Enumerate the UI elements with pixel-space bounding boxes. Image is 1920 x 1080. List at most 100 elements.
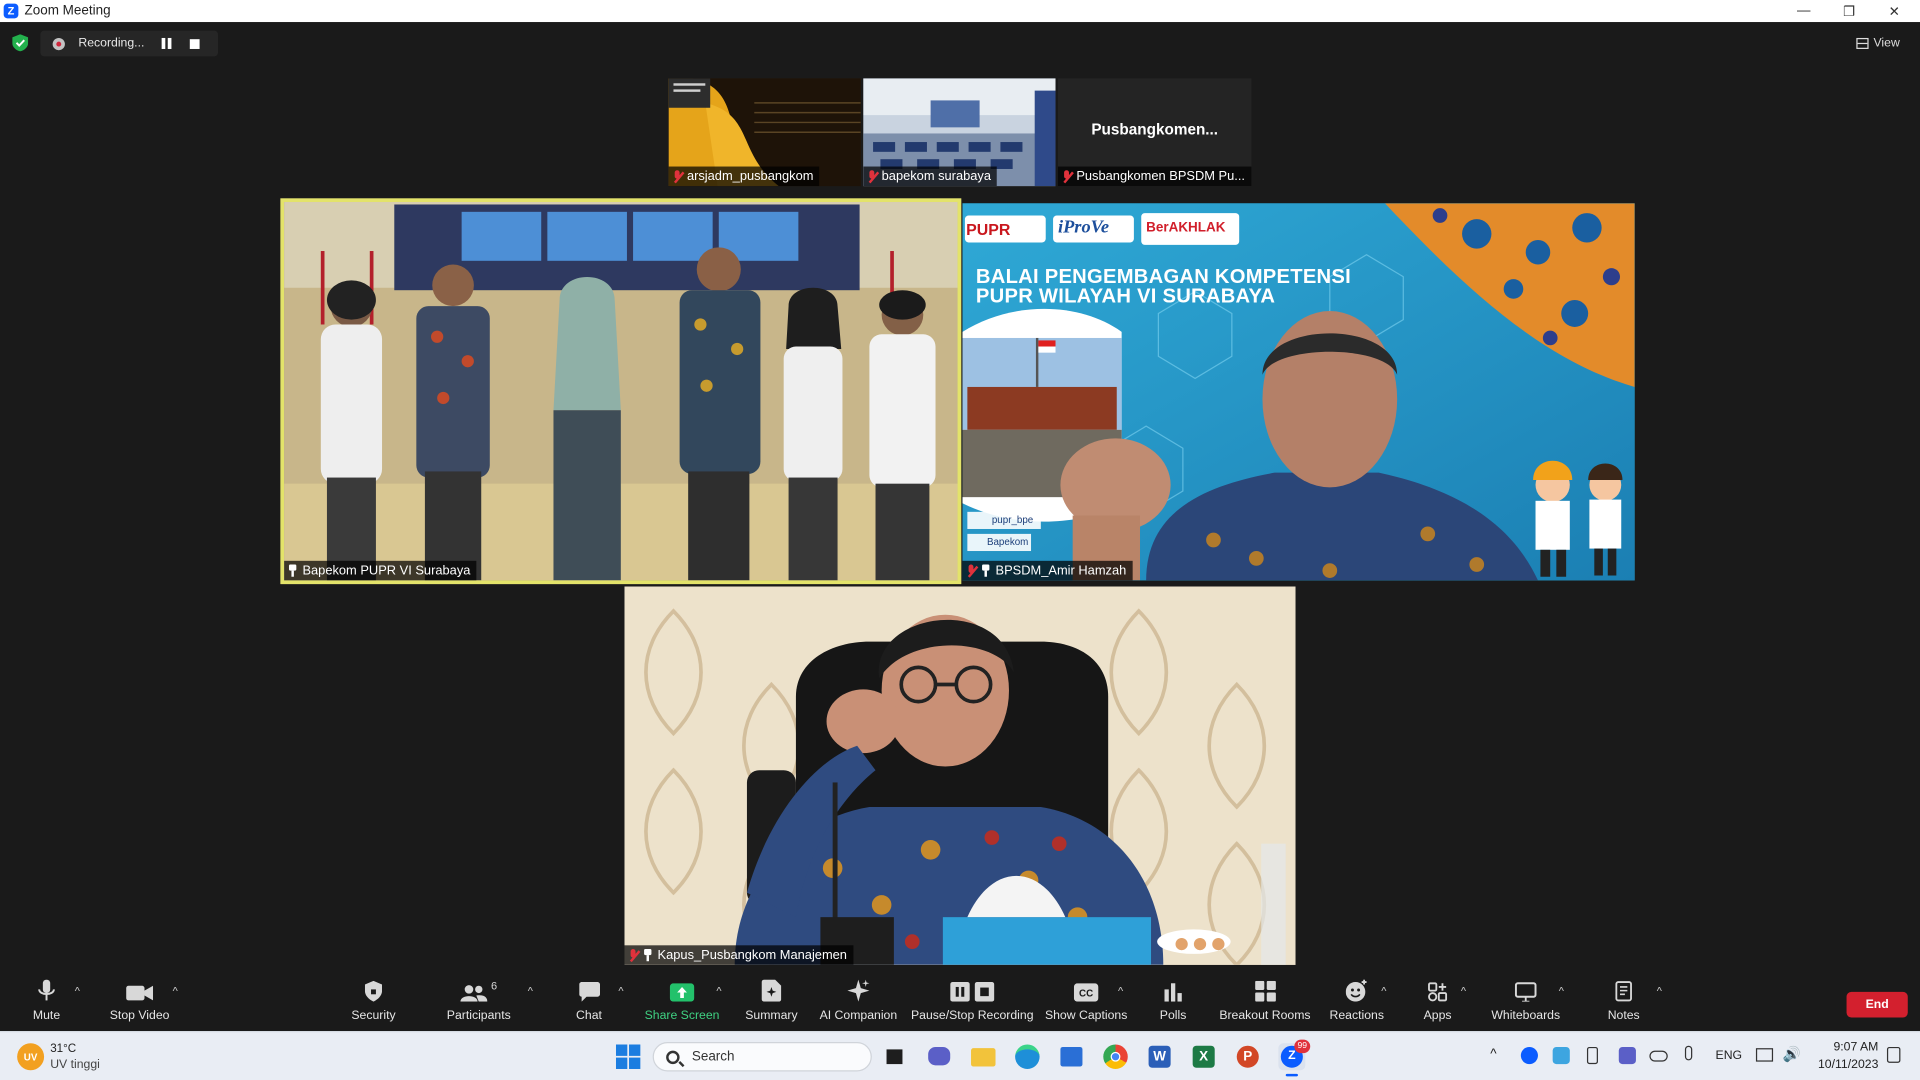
share-screen-label: Share Screen [644, 1008, 720, 1023]
presenter-video-feed [962, 203, 1635, 581]
edge-browser-icon[interactable] [1014, 1043, 1041, 1070]
notes-button[interactable]: Notes [1602, 975, 1646, 1031]
view-button[interactable]: View [1856, 33, 1900, 53]
participant-thumbnail-3[interactable]: Pusbangkomen... Pusbangkomen BPSDM Pu... [1057, 78, 1252, 187]
language-indicator[interactable]: ENG [1716, 1049, 1743, 1062]
recording-dot-icon [52, 37, 65, 50]
recording-status: Recording... [78, 36, 145, 51]
onedrive-cloud-icon[interactable] [1649, 1050, 1668, 1062]
chat-label: Chat [576, 1008, 602, 1023]
social-handle-2: Bapekom [986, 536, 1029, 548]
participants-icon [460, 985, 488, 1002]
microphone-tray-icon[interactable] [1684, 1045, 1693, 1061]
participants-caret-icon[interactable]: ^ [528, 985, 537, 996]
share-screen-icon [669, 983, 695, 1002]
polls-button[interactable]: Polls [1153, 975, 1192, 1031]
close-button[interactable]: ✕ [1872, 0, 1916, 22]
powerpoint-icon[interactable]: P [1234, 1043, 1261, 1070]
mute-button[interactable]: Mute [22, 975, 71, 1031]
chat-button[interactable]: Chat [569, 975, 608, 1031]
summary-label: Summary [745, 1008, 798, 1023]
task-view-icon[interactable] [882, 1043, 909, 1070]
chrome-browser-icon[interactable] [1102, 1043, 1129, 1070]
mic-muted-icon [966, 563, 977, 577]
teams-chat-icon[interactable] [926, 1043, 953, 1070]
main-video-feed [624, 586, 1296, 965]
participant-name: Bapekom PUPR VI Surabaya [302, 563, 471, 578]
recording-indicator: Recording... [40, 30, 218, 57]
security-button[interactable]: Security [347, 975, 401, 1031]
restore-button[interactable]: ❐ [1827, 0, 1871, 22]
video-tile-main[interactable]: Kapus_Pusbangkom Manajemen [624, 586, 1296, 965]
volume-speaker-icon[interactable]: 🔊 [1783, 1046, 1801, 1063]
file-explorer-icon[interactable] [970, 1043, 997, 1070]
participant-name: BPSDM_Amir Hamzah [995, 563, 1127, 578]
participant-name: Kapus_Pusbangkom Manajemen [657, 947, 847, 963]
social-handle: pupr_bpe [991, 514, 1034, 526]
taskbar-search-box[interactable]: Search [652, 1042, 872, 1072]
network-icon[interactable] [1755, 1048, 1774, 1062]
show-hidden-icons-chevron-icon[interactable]: ^ [1490, 1047, 1496, 1062]
whiteboards-button[interactable]: Whiteboards [1489, 975, 1562, 1031]
closed-captions-icon: CC [1073, 983, 1099, 1002]
audio-options-caret-icon[interactable]: ^ [75, 985, 84, 996]
notifications-icon[interactable] [1886, 1046, 1901, 1063]
video-options-caret-icon[interactable]: ^ [173, 985, 182, 996]
summary-document-icon [761, 979, 782, 1002]
thumbnail-1-namebar: arsjadm_pusbangkom [668, 166, 820, 187]
pin-icon [643, 948, 653, 962]
weather-desc: UV tinggi [50, 1057, 100, 1072]
apps-button[interactable]: Apps [1418, 975, 1457, 1031]
notes-icon [1615, 981, 1632, 1002]
zoom-tray-icon[interactable] [1520, 1046, 1538, 1065]
stop-video-button[interactable]: Stop Video [104, 975, 175, 1031]
breakout-rooms-button[interactable]: Breakout Rooms [1219, 975, 1311, 1031]
pause-recording-button[interactable] [161, 37, 173, 49]
weather-uv-icon[interactable]: UV [17, 1043, 45, 1071]
security-tray-icon[interactable] [1552, 1046, 1570, 1065]
breakout-rooms-label: Breakout Rooms [1219, 1008, 1311, 1023]
video-tile-group[interactable]: Bapekom PUPR VI Surabaya [280, 198, 962, 585]
chat-caret-icon[interactable]: ^ [618, 985, 627, 996]
end-meeting-button[interactable]: End [1846, 991, 1908, 1018]
clock-date[interactable]: 10/11/2023 [1812, 1058, 1878, 1071]
apps-caret-icon[interactable]: ^ [1461, 985, 1470, 996]
video-tile-presenter[interactable]: PUPR iProVe BerAKHLAK BALAI PENGEMBAGAN … [962, 203, 1635, 581]
chat-bubble-icon [578, 982, 600, 1002]
notes-caret-icon[interactable]: ^ [1657, 985, 1666, 996]
ai-companion-label: AI Companion [819, 1008, 898, 1023]
participants-button[interactable]: 6 Participants [444, 975, 513, 1031]
view-button-label: View [1873, 36, 1900, 50]
reactions-caret-icon[interactable]: ^ [1381, 985, 1390, 996]
ai-companion-button[interactable]: AI Companion [818, 975, 899, 1031]
participant-thumbnail-1[interactable]: arsjadm_pusbangkom [668, 78, 861, 187]
captions-caret-icon[interactable]: ^ [1118, 985, 1127, 996]
minimize-button[interactable]: — [1782, 0, 1826, 22]
stop-recording-button[interactable] [189, 38, 200, 49]
reactions-label: Reactions [1329, 1008, 1384, 1023]
participant-thumbnail-2[interactable]: bapekom surabaya [863, 78, 1056, 187]
pause-stop-recording-label: Pause/Stop Recording [910, 1008, 1034, 1023]
pause-stop-recording-button[interactable]: Pause/Stop Recording [910, 975, 1034, 1031]
meeting-controls-toolbar: Mute ^ Stop Video ^ Security 6 Participa… [0, 974, 1920, 1032]
stop-video-label: Stop Video [109, 1008, 170, 1023]
encryption-shield-icon[interactable] [12, 34, 29, 52]
summary-button[interactable]: Summary [743, 975, 799, 1031]
windows-start-icon[interactable] [615, 1044, 641, 1069]
reactions-button[interactable]: Reactions [1329, 975, 1385, 1031]
participants-label: Participants [446, 1008, 511, 1023]
usb-device-icon[interactable] [1586, 1046, 1598, 1065]
mic-muted-icon [672, 169, 683, 183]
whiteboards-caret-icon[interactable]: ^ [1559, 985, 1568, 996]
excel-icon[interactable]: X [1190, 1043, 1217, 1070]
share-screen-button[interactable]: Share Screen [644, 975, 720, 1031]
microsoft-store-icon[interactable] [1058, 1043, 1085, 1070]
word-icon[interactable]: W [1146, 1043, 1173, 1070]
zoom-taskbar-icon[interactable]: Z 99 [1278, 1039, 1311, 1077]
clock-time[interactable]: 9:07 AM [1820, 1041, 1878, 1054]
teams-tray-icon[interactable] [1618, 1046, 1636, 1065]
pin-icon [288, 564, 298, 577]
show-captions-button[interactable]: CC Show Captions [1045, 975, 1127, 1031]
banner-line-2: PUPR WILAYAH VI SURABAYA [975, 285, 1276, 308]
share-screen-caret-icon[interactable]: ^ [716, 985, 725, 996]
